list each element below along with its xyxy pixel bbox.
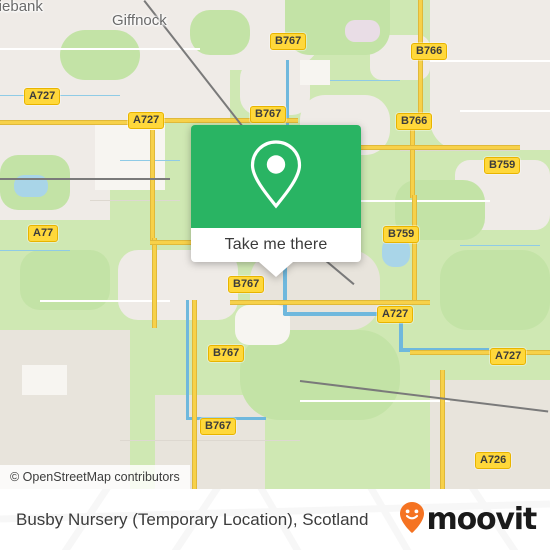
map-area-urban: [430, 380, 550, 489]
map-place-label: nliebank: [0, 0, 43, 15]
take-me-there-button[interactable]: Take me there: [191, 228, 361, 262]
map-road-major: [150, 130, 155, 240]
map-road-major: [230, 300, 430, 305]
map-road-major: [410, 118, 415, 198]
map-stream: [0, 250, 70, 251]
road-shield-b767: B767: [228, 276, 265, 293]
map-area-builtup: [430, 0, 550, 150]
map-area-park: [60, 30, 140, 80]
map-road-track: [90, 200, 180, 201]
take-me-there-label: Take me there: [224, 236, 328, 253]
callout-marker-panel: [191, 125, 361, 228]
map-road-major: [152, 238, 157, 328]
map-road-major: [412, 195, 417, 305]
road-shield-b759: B759: [484, 157, 521, 174]
map-road-minor: [0, 48, 200, 50]
road-shield-a727: A727: [490, 348, 527, 365]
map-stream: [330, 80, 400, 81]
road-shield-b767: B767: [200, 418, 237, 435]
map-pin-icon: [246, 137, 306, 216]
road-shield-a726: A726: [475, 452, 512, 469]
moovit-smiley-pin-icon: [399, 501, 425, 539]
moovit-wordmark: moovit: [426, 501, 538, 537]
map-road-major: [440, 370, 445, 489]
road-shield-b759: B759: [383, 226, 420, 243]
map-road-major: [192, 300, 197, 489]
attribution-text: © OpenStreetMap contributors: [10, 470, 180, 484]
map-road-track: [400, 150, 520, 151]
road-shield-b766: B766: [396, 113, 433, 130]
map-road-minor: [460, 110, 550, 112]
map-road-major: [360, 145, 520, 150]
map-area-field: [22, 365, 67, 395]
map-attribution-bar: © OpenStreetMap contributors: [0, 465, 190, 489]
map-area-special: [345, 20, 380, 42]
map-road-major: [418, 0, 423, 120]
map-road-minor: [300, 400, 450, 402]
map-road-minor: [40, 300, 170, 302]
location-callout-card[interactable]: Take me there: [191, 125, 361, 277]
map-road-major: [410, 350, 550, 355]
map-canvas[interactable]: nliebank Giffnock B767 B766 A727 B766 A7…: [0, 0, 550, 489]
map-stream: [460, 245, 540, 246]
road-shield-a727: A727: [377, 306, 414, 323]
moovit-logo[interactable]: moovit: [399, 501, 538, 539]
map-railway: [0, 178, 170, 180]
road-shield-a77: A77: [28, 225, 59, 242]
map-area-field: [300, 60, 330, 85]
road-shield-a727: A727: [128, 112, 165, 129]
footer-bar: Busby Nursery (Temporary Location), Scot…: [0, 489, 550, 550]
map-area-field: [235, 305, 290, 345]
road-shield-a727: A727: [24, 88, 61, 105]
map-page: nliebank Giffnock B767 B766 A727 B766 A7…: [0, 0, 550, 550]
map-river: [186, 300, 189, 420]
road-shield-b767: B767: [250, 106, 287, 123]
road-shield-b767: B767: [270, 33, 307, 50]
map-road-track: [120, 440, 300, 441]
callout-pointer: [259, 262, 293, 277]
road-shield-b767: B767: [208, 345, 245, 362]
map-area-park: [440, 250, 550, 330]
page-title: Busby Nursery (Temporary Location), Scot…: [16, 509, 369, 529]
map-road-minor: [430, 60, 550, 62]
road-shield-b766: B766: [411, 43, 448, 60]
map-place-label: Giffnock: [112, 12, 167, 29]
